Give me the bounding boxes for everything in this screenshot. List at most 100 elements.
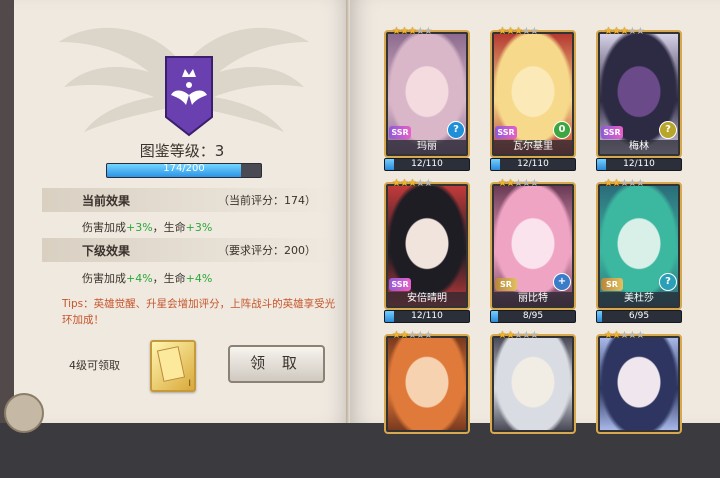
star-filled-icon: ★	[392, 178, 401, 189]
dmg-label: 伤害加成	[82, 272, 126, 285]
hero-portrait-frame: 丽比特 SR +	[490, 182, 576, 310]
star-empty-icon: ★	[521, 330, 531, 341]
reward-card-art	[156, 346, 186, 382]
shard-progress-bar: 12/110	[490, 158, 576, 171]
hero-name: 安倍晴明	[388, 292, 466, 306]
star-empty-icon: ★	[529, 178, 539, 189]
star-filled-icon: ★	[399, 26, 409, 37]
element-icon: ?	[447, 121, 465, 139]
star-filled-icon: ★	[392, 330, 401, 341]
star-filled-icon: ★	[513, 26, 523, 37]
rarity-badge: SSR	[389, 126, 411, 139]
star-rating: ★★★★★	[498, 26, 539, 37]
next-effect-label: 下级效果	[82, 244, 131, 258]
hp-bonus: +3%	[185, 221, 213, 234]
star-empty-icon: ★	[415, 330, 425, 341]
left-page: 图鉴等级：3 174/200 当前效果 （当前评分：174） 伤害加成+3%，生…	[4, 0, 352, 433]
star-empty-icon: ★	[423, 178, 433, 189]
star-filled-icon: ★	[604, 178, 613, 189]
star-empty-icon: ★	[423, 330, 433, 341]
current-effect-line: 伤害加成+3%，生命+3%	[82, 219, 212, 235]
hero-portrait-frame: 瓦尔基里 SSR 0	[490, 30, 576, 158]
star-filled-icon: ★	[407, 178, 417, 189]
hero-portrait-frame	[384, 334, 470, 434]
hero-card[interactable]: 瓦尔基里 SSR 0 ★★★★★ 12/110	[490, 26, 576, 174]
hero-portrait-frame	[490, 334, 576, 434]
element-icon: ?	[659, 273, 677, 291]
hp-label: ，生命	[152, 272, 186, 285]
star-filled-icon: ★	[505, 178, 515, 189]
claim-button[interactable]: 领 取	[228, 345, 325, 383]
dmg-label: 伤害加成	[82, 221, 126, 234]
hero-card[interactable]: 安倍晴明 SSR ★★★★★ 12/110	[384, 178, 470, 326]
star-empty-icon: ★	[407, 330, 417, 341]
collection-xp-bar: 174/200	[106, 163, 262, 178]
star-filled-icon: ★	[611, 26, 621, 37]
hero-portrait-frame	[596, 334, 682, 434]
star-empty-icon: ★	[635, 178, 645, 189]
star-rating: ★★★★★	[392, 330, 433, 341]
star-empty-icon: ★	[529, 26, 539, 37]
hero-card[interactable]: 美杜莎 SR? ★★★★★ 6/95	[596, 178, 682, 326]
hero-card[interactable]: 玛丽 SSR? ★★★★★ 12/110	[384, 26, 470, 174]
star-rating: ★★★★★	[604, 330, 645, 341]
book-edge	[0, 0, 14, 423]
rarity-badge: SR	[601, 278, 623, 291]
hero-name: 梅林	[600, 140, 678, 154]
hero-portrait-frame: 美杜莎 SR?	[596, 182, 682, 310]
star-empty-icon: ★	[521, 178, 531, 189]
collection-book: 图鉴等级：3 174/200 当前效果 （当前评分：174） 伤害加成+3%，生…	[0, 0, 720, 434]
right-page: 玛丽 SSR? ★★★★★ 12/110 瓦尔基里 SSR 0 ★★★★★ 12/110 梅林 SS…	[350, 0, 720, 434]
star-filled-icon: ★	[407, 26, 417, 37]
hero-name: 丽比特	[494, 292, 572, 306]
shard-progress-bar: 8/95	[490, 310, 576, 323]
corner-badge-icon	[4, 393, 44, 433]
hero-card[interactable]: ★★★★★	[596, 330, 682, 478]
collection-emblem-icon	[165, 56, 213, 137]
shard-progress-bar: 12/110	[384, 158, 470, 171]
shard-progress-text: 12/110	[517, 159, 549, 169]
star-rating: ★★★★★	[604, 178, 645, 189]
hero-card[interactable]: 梅林 SSR? ★★★★★ 12/110	[596, 26, 682, 174]
hp-label: ，生命	[152, 221, 186, 234]
element-icon: +	[553, 273, 571, 291]
star-rating: ★★★★★	[392, 178, 433, 189]
current-effect-header: 当前效果 （当前评分：174）	[42, 188, 338, 212]
star-empty-icon: ★	[619, 330, 629, 341]
hero-portrait-frame: 梅林 SSR?	[596, 30, 682, 158]
hero-portrait-frame: 玛丽 SSR?	[384, 30, 470, 158]
star-filled-icon: ★	[399, 178, 409, 189]
star-filled-icon: ★	[498, 26, 507, 37]
shard-progress-text: 8/95	[522, 311, 544, 321]
shard-progress-text: 6/95	[628, 311, 650, 321]
reward-unlock-label: 4级可领取	[69, 359, 120, 372]
star-rating: ★★★★★	[392, 26, 433, 37]
hero-portrait-frame: 安倍晴明 SSR	[384, 182, 470, 310]
star-filled-icon: ★	[399, 330, 409, 341]
hero-card[interactable]: ★★★★★	[384, 330, 470, 478]
hero-card[interactable]: ★★★★★	[490, 330, 576, 478]
next-effect-line: 伤害加成+4%，生命+4%	[82, 270, 212, 286]
collection-xp-text: 174/200	[163, 163, 205, 174]
shard-progress-text: 12/110	[411, 159, 443, 169]
star-empty-icon: ★	[627, 26, 637, 37]
hero-portrait	[600, 338, 678, 430]
star-empty-icon: ★	[415, 26, 425, 37]
hero-card[interactable]: 丽比特 SR + ★★★★★ 8/95	[490, 178, 576, 326]
star-empty-icon: ★	[627, 330, 637, 341]
tips-text: Tips：英雄觉醒、升星会增加评分，上阵战斗的英雄享受光环加成！	[62, 298, 336, 326]
star-empty-icon: ★	[627, 178, 637, 189]
star-filled-icon: ★	[498, 330, 507, 341]
star-empty-icon: ★	[529, 330, 539, 341]
star-empty-icon: ★	[635, 330, 645, 341]
rarity-badge: SR	[495, 278, 517, 291]
current-effect-label: 当前效果	[82, 194, 131, 208]
star-filled-icon: ★	[604, 26, 613, 37]
element-icon: 0	[553, 121, 571, 139]
star-rating: ★★★★★	[604, 26, 645, 37]
hp-bonus: +4%	[185, 272, 213, 285]
dmg-bonus: +4%	[126, 272, 153, 285]
reward-card-icon[interactable]: I	[150, 340, 196, 392]
current-score: （当前评分：174）	[218, 194, 316, 207]
hero-name: 玛丽	[388, 140, 466, 154]
